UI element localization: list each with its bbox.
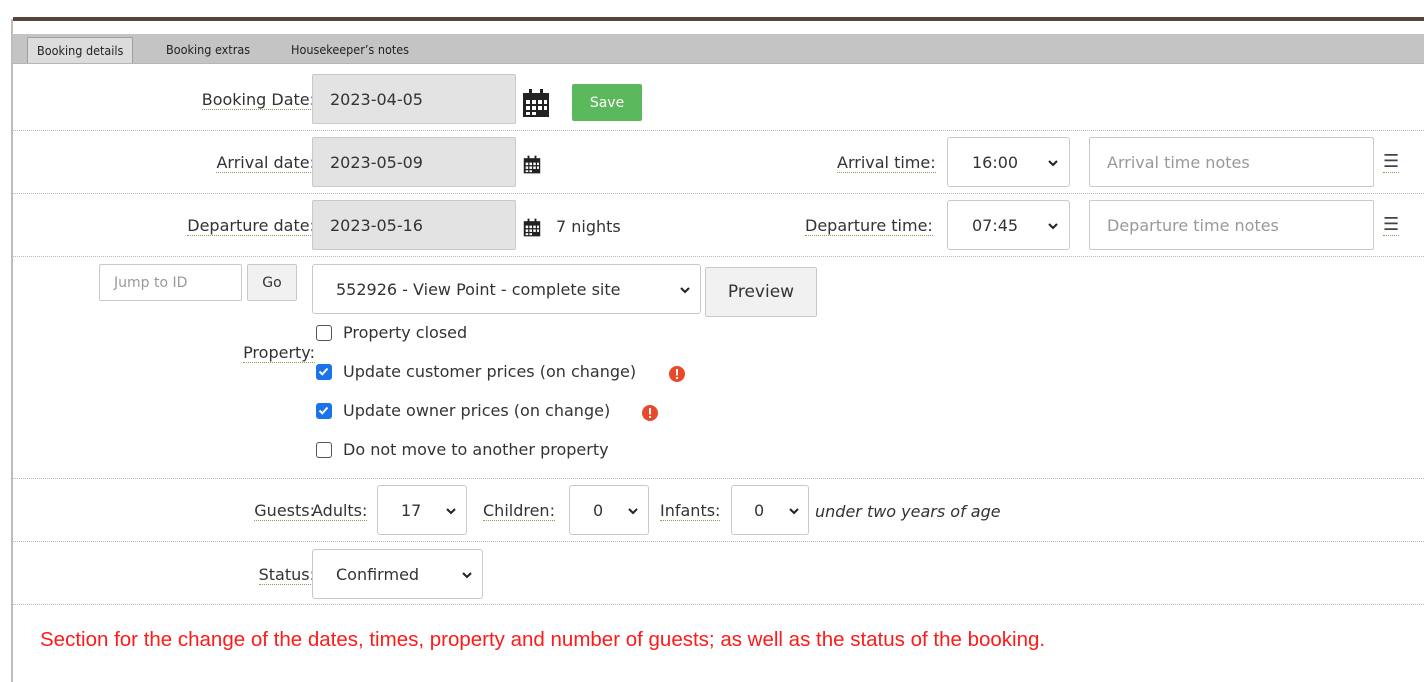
departure-time-select[interactable]: 07:45	[947, 200, 1070, 250]
departure-date-field[interactable]: 2023-05-16	[312, 200, 516, 250]
calendar-icon[interactable]	[522, 88, 550, 118]
children-value: 0	[593, 500, 604, 520]
warning-icon	[669, 366, 685, 382]
status-label: Status:	[258, 565, 315, 585]
adults-select[interactable]: 17	[377, 485, 467, 535]
save-button[interactable]: Save	[572, 84, 642, 121]
departure-time-label: Departure time:	[805, 216, 933, 236]
arrival-date-label: Arrival date:	[216, 153, 315, 173]
do-not-move-checkbox[interactable]	[316, 442, 332, 458]
warning-icon	[642, 405, 658, 421]
infants-label: Infants:	[660, 501, 721, 521]
status-select[interactable]: Confirmed	[312, 549, 483, 599]
departure-time-notes-input[interactable]: Departure time notes	[1089, 200, 1374, 250]
tab-housekeepers-notes[interactable]: Housekeeper’s notes	[282, 37, 418, 63]
update-customer-prices-checkbox[interactable]	[316, 364, 332, 380]
infants-select[interactable]: 0	[731, 485, 809, 535]
arrival-row: Arrival date: 2023-05-09 Arrival time: 1…	[13, 131, 1424, 194]
calendar-icon[interactable]	[523, 155, 541, 174]
property-label: Property:	[243, 343, 315, 363]
infants-note: under two years of age	[815, 502, 1001, 521]
status-row: Status: Confirmed	[13, 542, 1424, 605]
tab-booking-details[interactable]: Booking details	[27, 37, 134, 63]
tab-bar: Booking details Booking extras Housekeep…	[13, 34, 1424, 64]
adults-label: Adults:	[312, 501, 368, 521]
menu-icon[interactable]: ☰	[1383, 152, 1400, 173]
update-customer-prices-label: Update customer prices (on change)	[343, 362, 637, 381]
tab-booking-extras[interactable]: Booking extras	[157, 37, 259, 63]
departure-date-label: Departure date:	[187, 216, 315, 236]
property-closed-checkbox[interactable]	[316, 325, 332, 341]
update-owner-prices-label: Update owner prices (on change)	[343, 401, 611, 420]
departure-time-value: 07:45	[972, 215, 1019, 235]
property-select[interactable]: 552926 - View Point - complete site	[312, 264, 701, 314]
property-selected-value: 552926 - View Point - complete site	[336, 279, 621, 299]
chevron-down-icon	[628, 508, 638, 515]
update-owner-prices-checkbox[interactable]	[316, 403, 332, 419]
arrival-time-label: Arrival time:	[837, 153, 936, 173]
status-value: Confirmed	[336, 564, 420, 584]
chevron-down-icon	[1048, 223, 1058, 230]
arrival-time-select[interactable]: 16:00	[947, 137, 1070, 187]
arrival-date-field[interactable]: 2023-05-09	[312, 137, 516, 187]
chevron-down-icon	[1048, 160, 1058, 167]
chevron-down-icon	[446, 508, 456, 515]
guests-row: Guests: Adults: 17 Children: 0 Infants: …	[13, 479, 1424, 542]
property-closed-label: Property closed	[343, 323, 468, 342]
children-label: Children:	[483, 501, 555, 521]
guests-label: Guests:	[254, 501, 315, 521]
do-not-move-label: Do not move to another property	[343, 440, 609, 459]
nights-count: 7 nights	[556, 217, 621, 236]
chevron-down-icon	[789, 508, 799, 515]
chevron-down-icon	[680, 287, 690, 294]
adults-value: 17	[401, 500, 422, 520]
jump-to-id-input[interactable]: Jump to ID	[99, 264, 242, 301]
calendar-icon[interactable]	[523, 218, 541, 237]
arrival-time-value: 16:00	[972, 152, 1019, 172]
menu-icon[interactable]: ☰	[1383, 215, 1400, 236]
go-button[interactable]: Go	[247, 264, 297, 301]
departure-row: Departure date: 2023-05-16 7 nights Depa…	[13, 194, 1424, 257]
booking-date-field[interactable]: 2023-04-05	[312, 74, 516, 124]
arrival-time-notes-input[interactable]: Arrival time notes	[1089, 137, 1374, 187]
infants-value: 0	[754, 500, 765, 520]
chevron-down-icon	[462, 572, 472, 579]
booking-date-label: Booking Date:	[201, 90, 315, 110]
booking-date-row: Booking Date: 2023-04-05 Save	[13, 65, 1424, 131]
preview-button[interactable]: Preview	[705, 267, 817, 317]
property-row: Jump to ID Go Property: 552926 - View Po…	[13, 257, 1424, 479]
annotation-caption: Section for the change of the dates, tim…	[40, 628, 1046, 651]
children-select[interactable]: 0	[569, 485, 649, 535]
